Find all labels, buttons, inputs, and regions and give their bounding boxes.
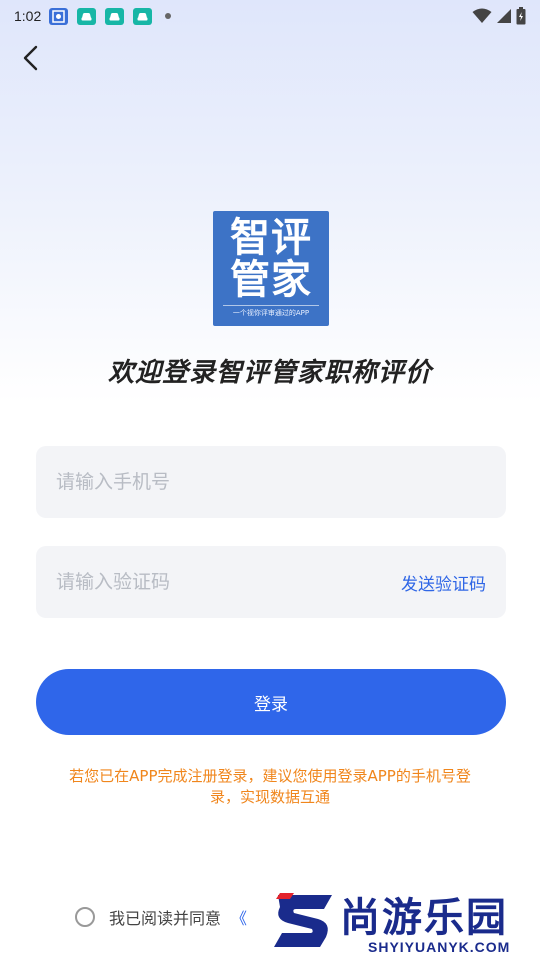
verification-code-input[interactable] [56, 571, 401, 593]
photo-app-icon [49, 7, 69, 25]
welcome-title: 欢迎登录智评管家职称评价 [107, 358, 432, 388]
agreement-row: 我已阅读并同意 《 [75, 903, 247, 931]
phone-field[interactable] [36, 446, 506, 518]
wifi-icon [472, 8, 492, 23]
code-field[interactable]: 发送验证码 [36, 546, 506, 618]
status-time: 1:02 [14, 8, 42, 24]
app-logo: 智评 管家 一个视你评审通过的APP [213, 211, 329, 326]
login-notice: 若您已在APP完成注册登录，建议您使用登录APP的手机号登录，实现数据互通 [69, 767, 471, 806]
more-dot-icon [165, 13, 172, 19]
send-code-button[interactable]: 发送验证码 [401, 570, 486, 595]
logo-line-2: 管家 [230, 256, 312, 303]
agreement-text: 我已阅读并同意 [109, 909, 222, 928]
car-app-icon [133, 7, 153, 25]
logo-tagline: 一个视你评审通过的APP [232, 309, 310, 317]
car-app-icon [77, 7, 97, 25]
battery-icon [516, 7, 526, 25]
agreement-checkbox[interactable] [75, 907, 95, 927]
logo-divider [223, 305, 319, 306]
signal-icon [497, 9, 511, 23]
watermark-url: SHYIYUANYK.COM [368, 939, 511, 955]
chevron-left-icon [23, 45, 38, 71]
login-button[interactable]: 登录 [36, 669, 506, 735]
phone-input[interactable] [56, 471, 486, 493]
car-app-icon [105, 7, 125, 25]
agreement-link[interactable]: 《 [231, 905, 247, 929]
status-bar: 1:02 [0, 0, 540, 32]
logo-line-1: 智评 [230, 214, 312, 261]
status-right [472, 7, 526, 25]
watermark-logo-icon [274, 893, 332, 947]
watermark-title: 尚游乐园 [340, 895, 508, 941]
watermark: 尚游乐园 SHYIYUANYK.COM [262, 885, 540, 960]
back-button[interactable] [14, 42, 46, 74]
